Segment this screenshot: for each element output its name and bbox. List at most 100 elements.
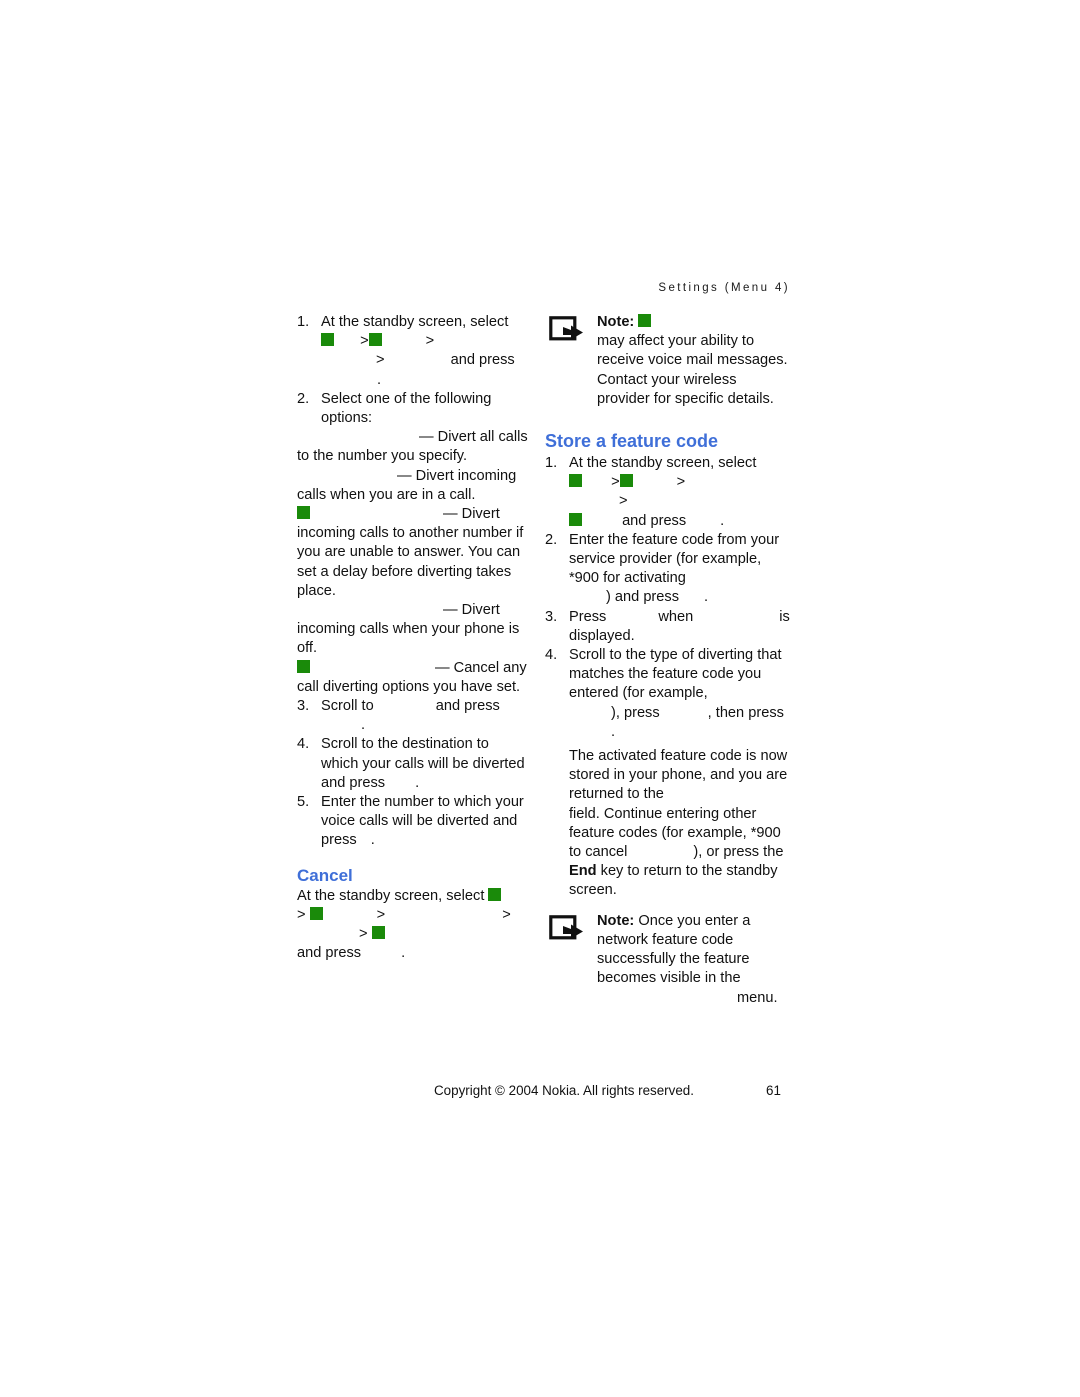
missing-glyph-box [638, 314, 652, 327]
missing-glyph-box [297, 659, 310, 673]
list-item: 1. At the standby screen, select > > > a… [545, 454, 793, 531]
missing-glyph-box [569, 512, 582, 526]
step-text-mid: when [658, 608, 694, 625]
cancel-text: At the standby screen, select [297, 887, 485, 904]
step-number: 3. [545, 608, 558, 625]
option-label: — Divert [443, 602, 500, 619]
step-text: Scroll to [321, 698, 374, 715]
step-text-tail: and press [450, 352, 515, 369]
option-label: — Divert all calls [419, 429, 528, 446]
step-number: 3. [297, 698, 310, 715]
left-steps-list: 1. At the standby screen, select > > > a… [297, 313, 529, 428]
note-callout: Note: may affect your ability to receive… [545, 313, 793, 409]
note-callout: Note: Once you enter a network feature c… [545, 912, 793, 1008]
option-entry: — Divert incoming calls when your phone … [297, 601, 529, 659]
period: . [611, 723, 616, 740]
step-text-tail: , then press [707, 704, 784, 721]
step-number: 4. [297, 736, 310, 753]
option-label: — Divert [443, 506, 500, 523]
right-text-column: Note: may affect your ability to receive… [545, 313, 793, 1008]
step-number: 4. [545, 647, 558, 664]
period: . [370, 832, 375, 849]
step-text: Scroll to the destination to which your … [321, 736, 525, 791]
path-separator: > [619, 493, 628, 510]
step-text: Press [569, 608, 607, 625]
note-label: Note: [597, 912, 635, 929]
result-text-c: ), or press the [693, 844, 784, 861]
step-text: Scroll to the type of diverting that mat… [569, 647, 782, 702]
period: . [361, 717, 366, 734]
option-description: calls when you are in a call. [297, 486, 476, 503]
step-text-tail: and press [435, 698, 500, 715]
section-heading-cancel: Cancel [297, 865, 353, 885]
end-key-label: End [569, 863, 597, 880]
step-number: 1. [297, 314, 310, 330]
step-text: Select one of the following options: [321, 390, 492, 427]
option-entry: — Divert incoming calls to another numbe… [297, 505, 529, 601]
option-description: incoming calls to another number if you … [297, 525, 524, 599]
option-label: — Cancel [435, 659, 500, 676]
path-separator: > [425, 333, 435, 350]
option-entry: — Divert all calls to the number you spe… [297, 428, 529, 466]
period: . [401, 945, 406, 962]
step-text-mid: ), press [611, 704, 660, 721]
option-description: incoming calls when your phone is off. [297, 621, 520, 657]
missing-glyph-box [619, 474, 633, 488]
step-number: 1. [545, 455, 558, 472]
path-separator: > [611, 474, 620, 491]
list-item: 4. Scroll to the destination to which yo… [297, 735, 529, 793]
option-entry: — Divert incoming calls when you are in … [297, 467, 529, 505]
step-text-tail: and press [622, 512, 687, 529]
list-item: 3. Scroll to and press . [297, 697, 529, 735]
step-text: At the standby screen, select [569, 455, 757, 472]
missing-glyph-box [368, 333, 382, 347]
step-text: Enter the feature code from your service… [569, 531, 780, 587]
note-body: Note: may affect your ability to receive… [597, 313, 793, 409]
note-arrow-icon [549, 914, 587, 945]
list-item: 3. Press when is displayed. [545, 608, 793, 646]
option-description: to the number you specify. [297, 448, 468, 465]
path-separator: > [359, 926, 368, 943]
path-separator: > [360, 333, 369, 350]
missing-glyph-box [297, 506, 310, 520]
missing-glyph-box [488, 887, 502, 901]
missing-glyph-box [321, 333, 334, 347]
note-text: may affect your ability to receive voice… [597, 333, 788, 407]
path-separator: > [376, 352, 385, 369]
period: . [377, 371, 382, 388]
path-separator: > [297, 906, 306, 923]
note-text-tail: menu. [737, 989, 778, 1006]
note-label: Note: [597, 314, 635, 330]
step-text: At the standby screen, select [321, 314, 509, 330]
step-number: 2. [545, 531, 558, 548]
left-steps-list-continued: 3. Scroll to and press . 4. Scroll to the… [297, 697, 529, 851]
period: . [415, 774, 420, 791]
result-text-d: key to return to the standby screen. [569, 863, 778, 899]
page-number: 61 [766, 1083, 781, 1098]
option-label: — Divert incoming [397, 467, 517, 484]
note-arrow-icon [549, 316, 587, 346]
path-separator: > [502, 906, 511, 923]
left-text-column: 1. At the standby screen, select > > > a… [297, 313, 529, 964]
list-item: 4. Scroll to the type of diverting that … [545, 646, 793, 742]
step-text: Enter the number to which your voice cal… [321, 794, 524, 849]
running-header: Settings (Menu 4) [658, 282, 790, 294]
section-heading-store-feature-code: Store a feature code [545, 431, 719, 452]
manual-page: Settings (Menu 4) 1. At the standby scre… [0, 0, 1080, 1397]
cancel-text-tail: and press [297, 945, 362, 962]
result-paragraph: The activated feature code is now stored… [545, 747, 793, 901]
list-item: 2. Enter the feature code from your serv… [545, 531, 793, 608]
step-text-tail: ) and press [606, 589, 680, 606]
list-item: 2. Select one of the following options: [297, 390, 529, 428]
copyright-notice: Copyright © 2004 Nokia. All rights reser… [434, 1083, 694, 1098]
period: . [720, 512, 725, 529]
cancel-body: At the standby screen, select > > > > an… [297, 887, 529, 964]
period: . [704, 589, 709, 606]
step-number: 5. [297, 794, 310, 811]
path-separator: > [676, 474, 686, 491]
option-entry: — Cancel any call diverting options you … [297, 659, 529, 697]
list-item: 5. Enter the number to which your voice … [297, 793, 529, 851]
path-separator: > [376, 906, 386, 923]
missing-glyph-box [309, 906, 323, 920]
right-steps-list: 1. At the standby screen, select > > > a… [545, 454, 793, 742]
